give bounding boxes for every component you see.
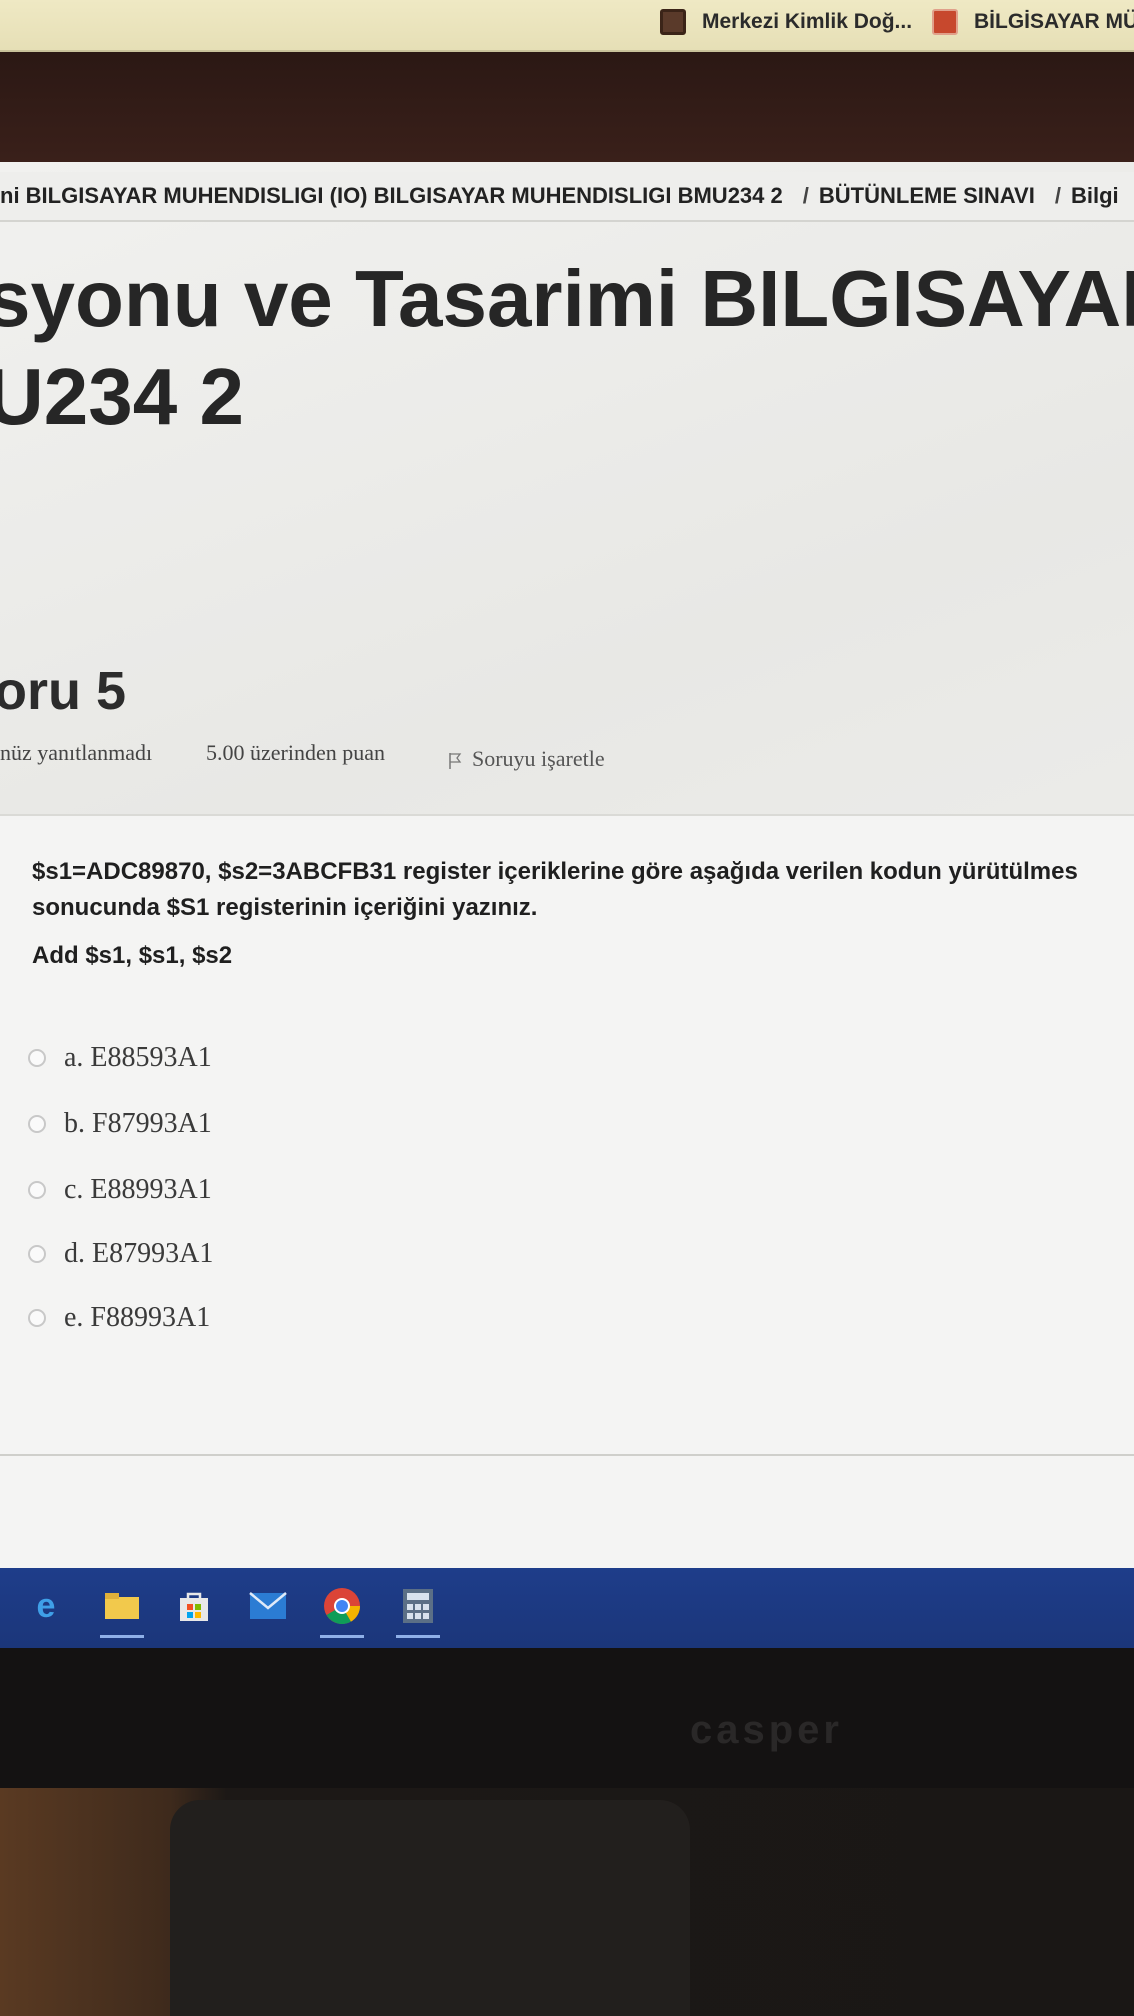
taskbar: e <box>0 1568 1134 1648</box>
question-text-line2: sonucunda $S1 registerinin içeriğini yaz… <box>32 894 538 921</box>
flag-icon <box>449 752 462 769</box>
question-content: $s1=ADC89870, $s2=3ABCFB31 register içer… <box>0 816 1134 1636</box>
breadcrumb-item-exam[interactable]: BÜTÜNLEME SINAVI <box>819 183 1035 209</box>
flag-question-label: Soruyu işaretle <box>472 746 605 771</box>
breadcrumb-separator: / <box>1054 183 1061 208</box>
edge-icon[interactable]: e <box>20 1580 72 1632</box>
bookmark-merkezi-kimlik[interactable]: Merkezi Kimlik Doğ... <box>660 0 912 44</box>
answer-label: c. E88993A1 <box>64 1174 212 1205</box>
file-explorer-icon[interactable] <box>96 1580 148 1638</box>
bookmark-label: BİLGİSAYAR MÜH <box>974 10 1134 33</box>
monitor-bezel: casper <box>0 1648 1134 1788</box>
question-text-line1: $s1=ADC89870, $s2=3ABCFB31 register içer… <box>32 858 1078 885</box>
page-title-line1: syonu ve Tasarimi BILGISAYAR M <box>0 254 1134 343</box>
question-code: Add $s1, $s1, $s2 <box>32 942 233 969</box>
chrome-icon[interactable] <box>316 1580 368 1638</box>
radio-button[interactable] <box>28 1181 46 1199</box>
radio-button[interactable] <box>28 1115 46 1133</box>
store-icon[interactable] <box>168 1580 220 1632</box>
answer-label: b. F87993A1 <box>64 1108 212 1139</box>
question-status: nüz yanıtlanmadı <box>0 740 153 765</box>
question-text: $s1=ADC89870, $s2=3ABCFB31 register içer… <box>32 854 1132 926</box>
answer-label: e. F88993A1 <box>64 1302 211 1333</box>
page-title-line2: U234 2 <box>0 352 244 441</box>
bookmarks-bar: Merkezi Kimlik Doğ... BİLGİSAYAR MÜH <box>0 0 1134 52</box>
question-heading: oru 5 <box>0 661 127 721</box>
answer-label: d. E87993A1 <box>64 1238 214 1269</box>
answer-option-d[interactable]: d. E87993A1 <box>28 1232 213 1276</box>
breadcrumb: ni BILGISAYAR MUHENDISLIGI (IO) BILGISAY… <box>0 172 1134 222</box>
radio-button[interactable] <box>28 1309 46 1327</box>
breadcrumb-item-more[interactable]: Bilgi <box>1071 183 1119 209</box>
calculator-icon[interactable] <box>392 1580 444 1638</box>
page-title: syonu ve Tasarimi BILGISAYAR M U234 2 <box>0 250 1134 446</box>
radio-button[interactable] <box>28 1245 46 1263</box>
bookmark-bilgisayar-muh[interactable]: BİLGİSAYAR MÜH <box>932 0 1134 44</box>
site-header <box>0 52 1134 162</box>
breadcrumb-item-course[interactable]: ni BILGISAYAR MUHENDISLIGI (IO) BILGISAY… <box>0 183 783 209</box>
bookmark-label: Merkezi Kimlik Doğ... <box>702 10 913 33</box>
answer-option-e[interactable]: e. F88993A1 <box>28 1296 210 1340</box>
answer-option-c[interactable]: c. E88993A1 <box>28 1168 212 1212</box>
monitor-stand <box>170 1800 690 2016</box>
answer-label: a. E88593A1 <box>64 1042 212 1073</box>
bookmark-icon <box>660 9 686 35</box>
divider <box>0 1454 1134 1456</box>
quiz-page: ni BILGISAYAR MUHENDISLIGI (IO) BILGISAY… <box>0 162 1134 1636</box>
bookmark-icon <box>932 9 958 35</box>
question-info: nüz yanıtlanmadı 5.00 üzerinden puan Sor… <box>0 740 1134 778</box>
question-points: 5.00 üzerinden puan <box>206 740 385 765</box>
flag-question-link[interactable]: Soruyu işaretle <box>448 746 605 772</box>
radio-button[interactable] <box>28 1049 46 1067</box>
answer-option-a[interactable]: a. E88593A1 <box>28 1036 212 1080</box>
breadcrumb-separator: / <box>802 183 809 208</box>
mail-icon[interactable] <box>242 1580 294 1632</box>
answer-option-b[interactable]: b. F87993A1 <box>28 1102 212 1146</box>
monitor-logo: casper <box>690 1708 843 1752</box>
